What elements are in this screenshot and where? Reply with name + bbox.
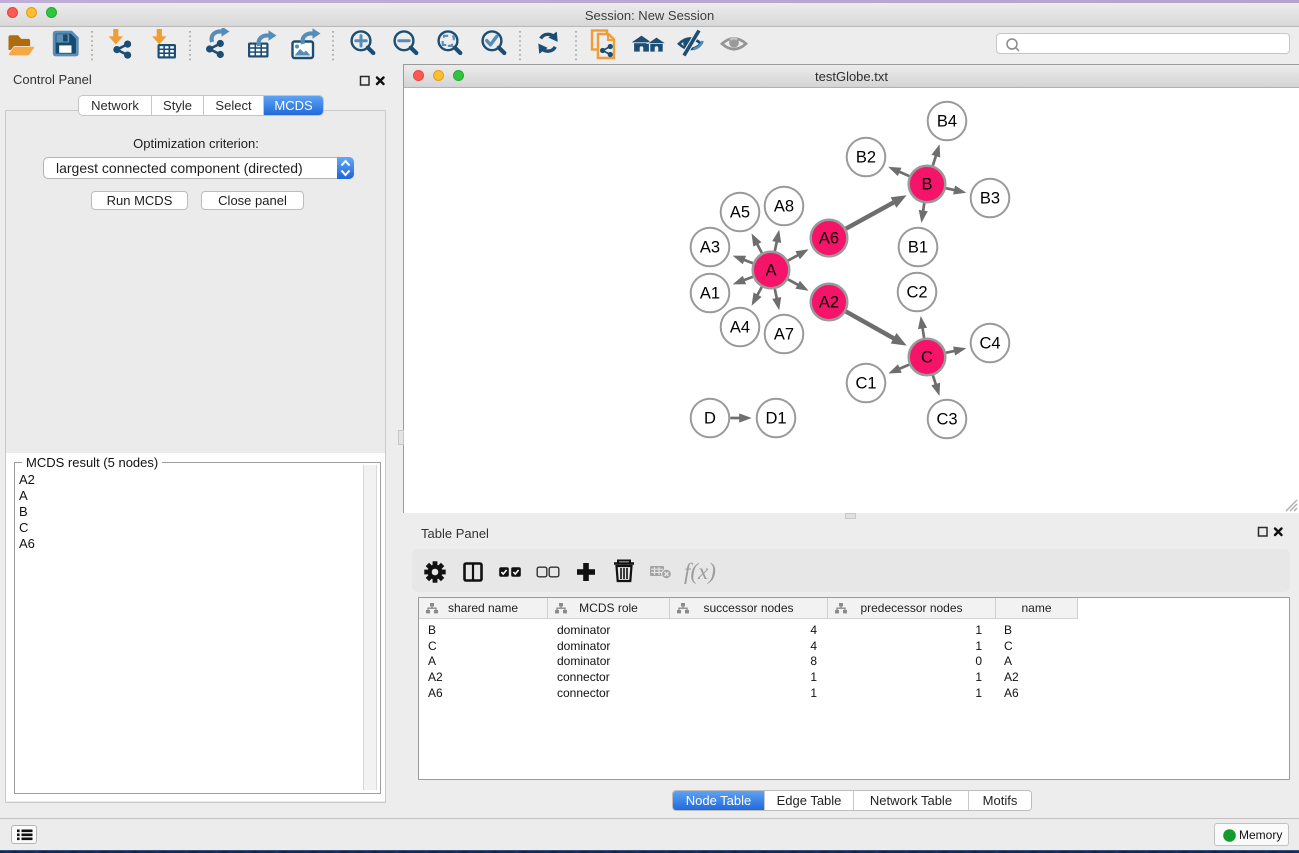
svg-text:C1: C1 [855, 375, 876, 393]
svg-text:C2: C2 [906, 284, 927, 302]
svg-text:C3: C3 [936, 411, 957, 429]
svg-text:A2: A2 [819, 294, 839, 312]
svg-text:A7: A7 [774, 326, 794, 344]
svg-text:f(x): f(x) [684, 559, 716, 584]
svg-text:A1: A1 [700, 285, 720, 303]
svg-text:D1: D1 [765, 410, 786, 428]
svg-text:C: C [921, 349, 933, 367]
svg-text:A: A [765, 262, 776, 280]
svg-text:A5: A5 [730, 204, 750, 222]
svg-text:A4: A4 [730, 319, 750, 337]
svg-text:B2: B2 [856, 149, 876, 167]
svg-text:B4: B4 [937, 113, 957, 131]
svg-text:B3: B3 [980, 190, 1000, 208]
svg-text:A3: A3 [700, 239, 720, 257]
svg-text:A8: A8 [774, 198, 794, 216]
svg-text:B: B [921, 176, 932, 194]
svg-text:A6: A6 [819, 230, 839, 248]
svg-text:D: D [704, 410, 716, 428]
svg-text:B1: B1 [908, 239, 928, 257]
svg-text:C4: C4 [979, 335, 1000, 353]
